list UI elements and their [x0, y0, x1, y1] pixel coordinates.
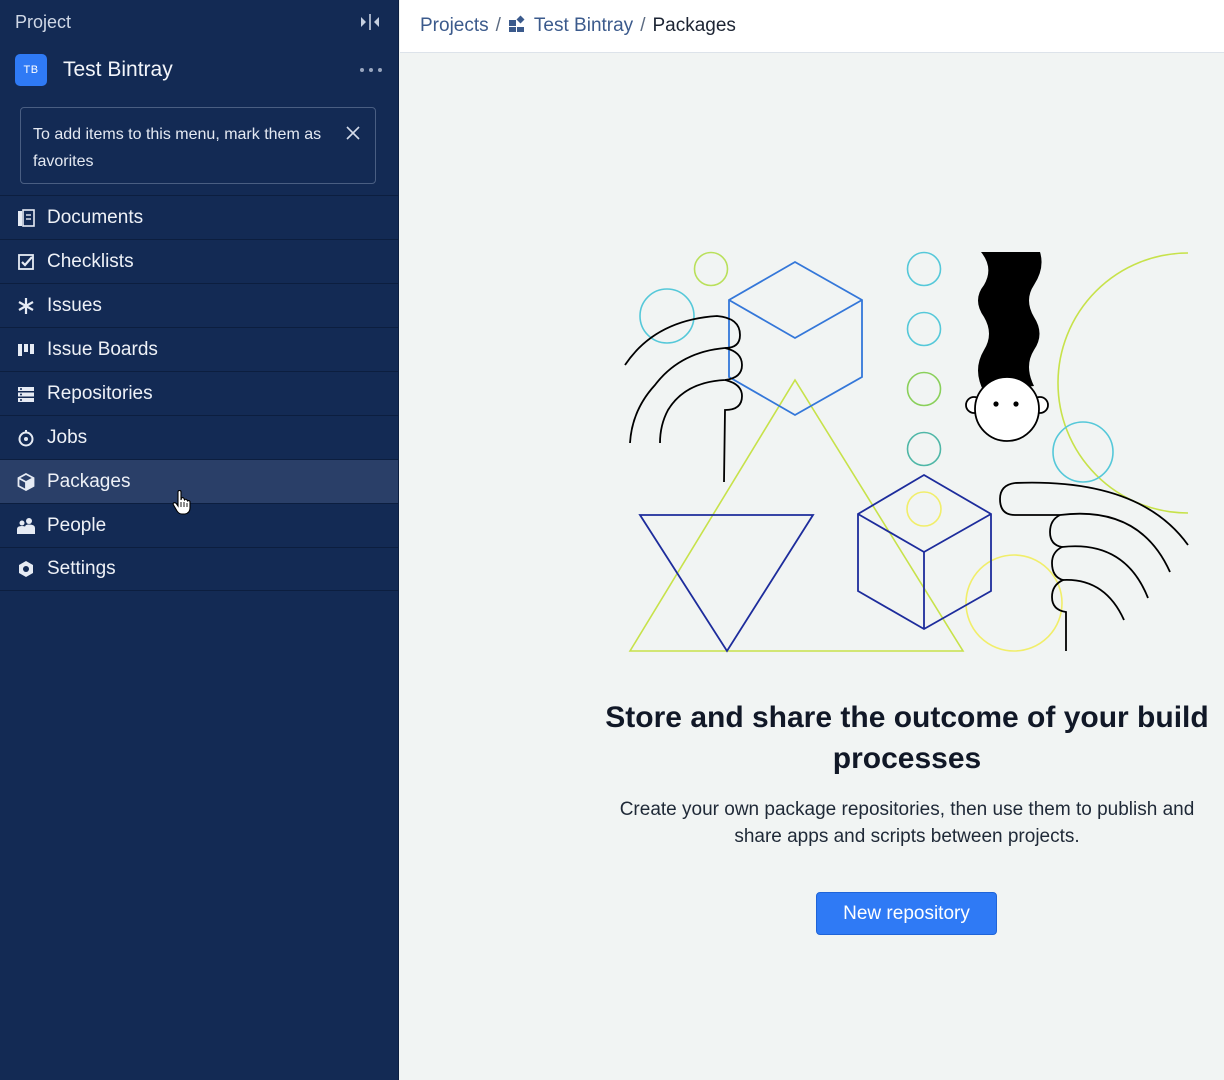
project-sidebar: Project TB Test Bintray To add items to …: [0, 0, 399, 1080]
favorites-hint-text: To add items to this menu, mark them as …: [33, 126, 322, 170]
breadcrumb-projects-link[interactable]: Projects: [420, 15, 489, 37]
sidebar-item-label: Packages: [47, 470, 131, 492]
sidebar-item-label: Issue Boards: [47, 338, 158, 360]
sidebar-item-settings[interactable]: Settings: [0, 547, 398, 591]
sidebar-item-issue-boards[interactable]: Issue Boards: [0, 327, 398, 371]
project-avatar: TB: [15, 54, 47, 86]
sidebar-title: Project: [15, 11, 72, 32]
sidebar-item-jobs[interactable]: Jobs: [0, 415, 398, 459]
packages-icon: [16, 472, 36, 492]
close-icon[interactable]: [345, 123, 361, 140]
jobs-icon: [16, 428, 36, 448]
checklist-icon: [16, 252, 36, 272]
sidebar-item-packages[interactable]: Packages: [0, 459, 398, 503]
empty-state-title: Store and share the outcome of your buil…: [605, 701, 1209, 775]
sidebar-item-documents[interactable]: Documents: [0, 195, 398, 239]
people-icon: [16, 516, 36, 536]
collapse-sidebar-icon[interactable]: [358, 11, 382, 33]
sidebar-item-issues[interactable]: Issues: [0, 283, 398, 327]
sidebar-item-people[interactable]: People: [0, 503, 398, 547]
sidebar-header: Project: [15, 10, 382, 34]
issues-asterisk-icon: [16, 296, 36, 316]
breadcrumb-project-link[interactable]: Test Bintray: [508, 15, 633, 37]
documents-icon: [16, 208, 36, 228]
issue-boards-icon: [16, 340, 36, 360]
settings-icon: [16, 559, 36, 579]
empty-state-description: Create your own package repositories, th…: [619, 799, 1195, 847]
breadcrumb-project-label: Test Bintray: [533, 15, 634, 36]
sidebar-item-repositories[interactable]: Repositories: [0, 371, 398, 415]
sidebar-item-checklists[interactable]: Checklists: [0, 239, 398, 283]
more-options-icon[interactable]: [360, 65, 382, 75]
project-name[interactable]: Test Bintray: [63, 58, 360, 82]
favorites-hint: To add items to this menu, mark them as …: [20, 107, 376, 184]
sidebar-nav: Documents Checklists Issues Issue Boards…: [0, 195, 398, 591]
sidebar-item-label: Jobs: [47, 426, 88, 448]
breadcrumb-separator: /: [495, 15, 501, 36]
sidebar-item-label: Documents: [47, 206, 144, 228]
project-grid-icon: [508, 15, 526, 33]
breadcrumb-current: Packages: [652, 15, 736, 36]
sidebar-item-label: Repositories: [47, 382, 153, 404]
project-switcher[interactable]: TB Test Bintray: [15, 54, 382, 86]
sidebar-item-label: Issues: [47, 294, 102, 316]
sidebar-item-label: Checklists: [47, 250, 134, 272]
packages-empty-illustration: [624, 251, 1189, 653]
breadcrumb: Projects / Test Bintray / Packages: [400, 0, 1224, 53]
breadcrumb-separator: /: [640, 15, 646, 36]
sidebar-item-label: Settings: [47, 558, 116, 579]
sidebar-item-label: People: [47, 514, 107, 536]
new-repository-button[interactable]: New repository: [816, 892, 997, 935]
repositories-icon: [16, 384, 36, 404]
